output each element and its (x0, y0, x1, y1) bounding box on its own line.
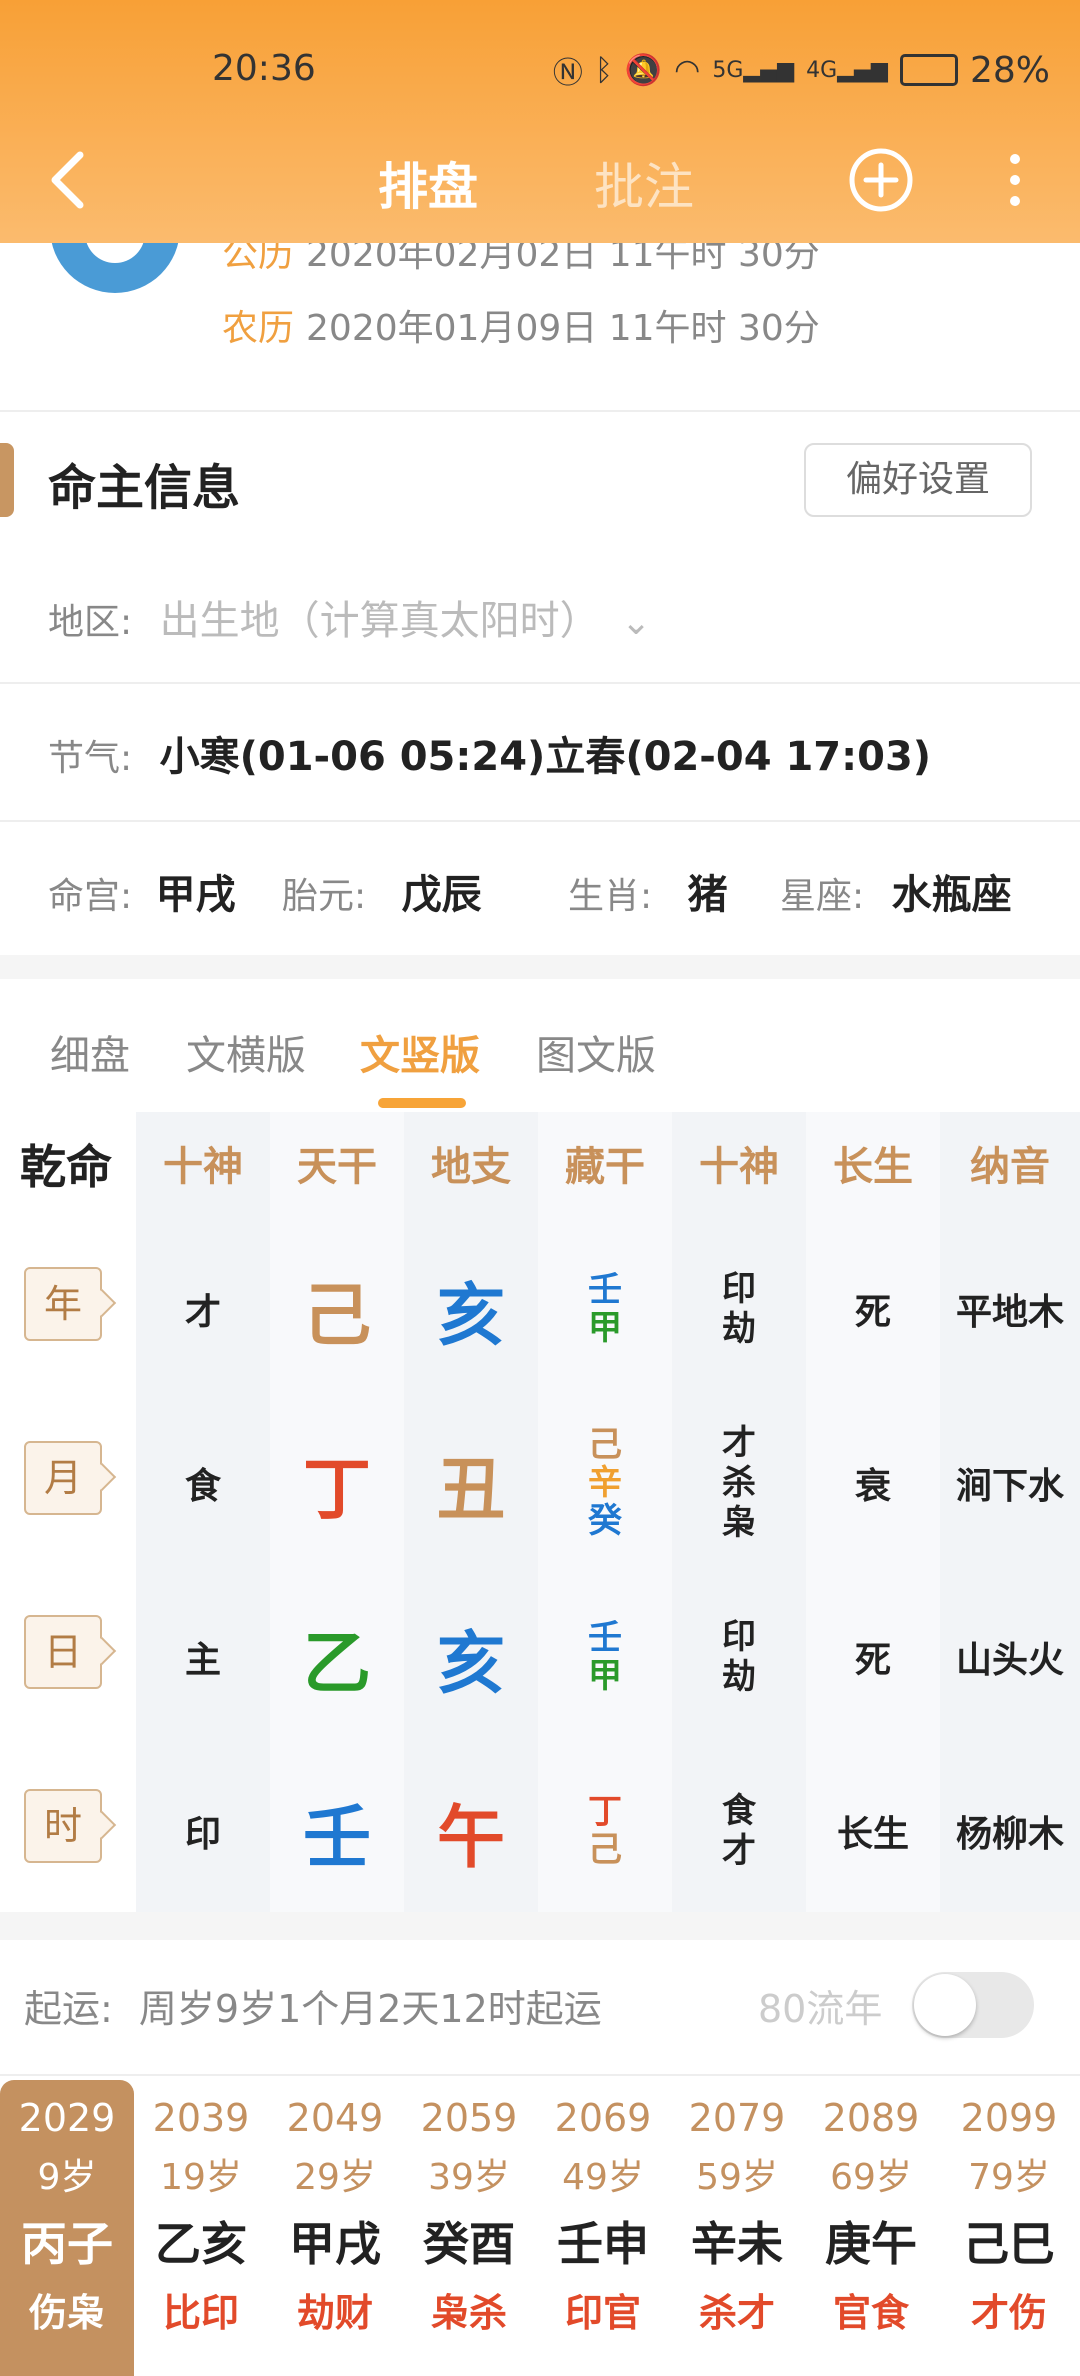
dayun-item[interactable]: 2099 79岁 己巳 才伤 (938, 2080, 1080, 2376)
section-title: 命主信息 (48, 460, 241, 516)
cell-canggan: 丁己 (588, 1792, 622, 1870)
cell-canggan: 壬甲 (588, 1618, 622, 1696)
dayun-item[interactable]: 2029 9岁 丙子 伤枭 (0, 2080, 134, 2376)
pillar-hour[interactable]: 时 (24, 1789, 102, 1863)
cell-canggan: 己辛癸 (588, 1425, 622, 1541)
cell-changsheng: 衰 (854, 1466, 891, 1507)
battery-percent: 28% (969, 49, 1050, 91)
cell-dizhi: 亥 (436, 1624, 505, 1704)
signal-5g-icon: 5G▂▄▆ (712, 57, 795, 83)
pillar-day[interactable]: 日 (24, 1615, 102, 1689)
cell-tiangan: 己 (302, 1276, 371, 1356)
header-nayin: 纳音 (970, 1144, 1050, 1190)
dayun-item[interactable]: 2069 49岁 壬申 印官 (536, 2080, 670, 2376)
tab-underline (378, 1098, 466, 1108)
cell-changsheng: 长生 (836, 1814, 909, 1855)
cell-nayin: 涧下水 (955, 1466, 1064, 1507)
tab-wenshu[interactable]: 文竖版 (360, 1023, 480, 1081)
cell-changsheng: 死 (854, 1640, 891, 1681)
birth-info: 公历 2020年02月02日 11午时 30分 农历 2020年01月09日 11午… (0, 223, 1080, 413)
view-tabs: 细盘 文横版 文竖版 图文版 (0, 1005, 1080, 1105)
status-time: 20:36 (212, 48, 316, 89)
tab-pizhu[interactable]: 批注 (594, 147, 694, 219)
mute-icon: 🔕 (624, 52, 663, 88)
cell-shishen2: 食才 (722, 1791, 756, 1871)
tab-wenheng[interactable]: 文横版 (186, 1023, 306, 1081)
dayun-item[interactable]: 2039 19岁 乙亥 比印 (134, 2080, 268, 2376)
qiyun-row: 起运: 周岁9岁1个月2天12时起运 (24, 1987, 602, 2031)
app-header: 20:36 Ⓝ ᛒ 🔕 ◠ 5G▂▄▆ 4G▂▄▆ 28% 排盘 批注 (0, 0, 1080, 243)
cell-shishen2: 才杀枭 (722, 1423, 756, 1543)
preference-button[interactable]: 偏好设置 (804, 443, 1032, 517)
dayun-item[interactable]: 2089 69岁 庚午 官食 (804, 2080, 938, 2376)
region-row[interactable]: 地区: 出生地（计算真太阳时） ⌄ (48, 588, 651, 646)
header-dizhi: 地支 (431, 1144, 511, 1190)
region-selector[interactable]: 出生地（计算真太阳时） (160, 598, 600, 644)
signal-4g-icon: 4G▂▄▆ (806, 57, 888, 83)
nfc-icon: Ⓝ (552, 56, 583, 91)
jieqi-row: 节气: 小寒(01-06 05:24)立春(02-04 17:03) (48, 734, 932, 780)
status-icons: Ⓝ ᛒ 🔕 ◠ 5G▂▄▆ 4G▂▄▆ 28% (553, 48, 1050, 92)
dayun-item[interactable]: 2049 29岁 甲戌 劫财 (268, 2080, 402, 2376)
cell-shishen: 才 (184, 1292, 221, 1333)
tab-xipan[interactable]: 细盘 (50, 1023, 130, 1081)
xingzuo-row: 星座: 水瓶座 (780, 872, 1012, 918)
cell-shishen2: 印劫 (722, 1269, 756, 1349)
header-shishen: 十神 (163, 1144, 243, 1190)
liunian-label: 80流年 (758, 1987, 883, 2031)
pillar-month[interactable]: 月 (24, 1441, 102, 1515)
tab-tuwen[interactable]: 图文版 (536, 1023, 656, 1081)
cell-shishen: 印 (184, 1814, 221, 1855)
cell-dizhi: 丑 (436, 1450, 505, 1530)
header-qianming: 乾命 (20, 1140, 112, 1194)
dayun-strip: 2029 9岁 丙子 伤枭 2039 19岁 乙亥 比印 2049 29岁 甲戌 劫财 20… (0, 2080, 1080, 2376)
shengxiao-row: 生肖: 猪 (568, 872, 728, 918)
cell-canggan: 壬甲 (588, 1270, 622, 1348)
cell-changsheng: 死 (854, 1292, 891, 1333)
more-icon[interactable] (1000, 147, 1030, 213)
cell-dizhi: 午 (436, 1798, 505, 1878)
minggong-row: 命宫: 甲戌 (48, 872, 236, 918)
cell-dizhi: 亥 (436, 1276, 505, 1356)
cell-nayin: 杨柳木 (955, 1814, 1064, 1855)
battery-icon (899, 54, 958, 86)
cell-tiangan: 丁 (302, 1450, 371, 1530)
cell-shishen: 食 (184, 1466, 221, 1507)
header-shishen2: 十神 (699, 1144, 779, 1190)
header-tiangan: 天干 (297, 1144, 377, 1190)
cell-nayin: 山头火 (955, 1640, 1064, 1681)
dayun-item[interactable]: 2079 59岁 辛未 杀才 (670, 2080, 804, 2376)
section-accent-bar (0, 443, 14, 517)
chevron-down-icon: ⌄ (621, 602, 652, 643)
dayun-item[interactable]: 2059 39岁 癸酉 枭杀 (402, 2080, 536, 2376)
header-changsheng: 长生 (833, 1144, 913, 1190)
cell-shishen: 主 (184, 1640, 221, 1681)
lunar-date-row: 农历 2020年01月09日 11午时 30分 (222, 308, 820, 349)
taiyuan-row: 胎元: 戊辰 (282, 872, 482, 918)
nav-bar: 排盘 批注 (0, 135, 1080, 225)
header-canggan: 藏干 (565, 1144, 645, 1190)
add-icon[interactable] (848, 147, 914, 213)
cell-nayin: 平地木 (955, 1292, 1064, 1333)
back-icon[interactable] (40, 145, 100, 215)
cell-tiangan: 乙 (302, 1624, 371, 1704)
liunian-toggle[interactable] (912, 1972, 1034, 2038)
cell-shishen2: 印劫 (722, 1617, 756, 1697)
pillar-year[interactable]: 年 (24, 1267, 102, 1341)
wifi-icon: ◠ (674, 52, 701, 88)
bluetooth-icon: ᛒ (594, 52, 613, 88)
cell-tiangan: 壬 (302, 1798, 371, 1878)
status-bar: 20:36 Ⓝ ᛒ 🔕 ◠ 5G▂▄▆ 4G▂▄▆ 28% (0, 40, 1080, 100)
tab-paipan[interactable]: 排盘 (378, 147, 478, 219)
